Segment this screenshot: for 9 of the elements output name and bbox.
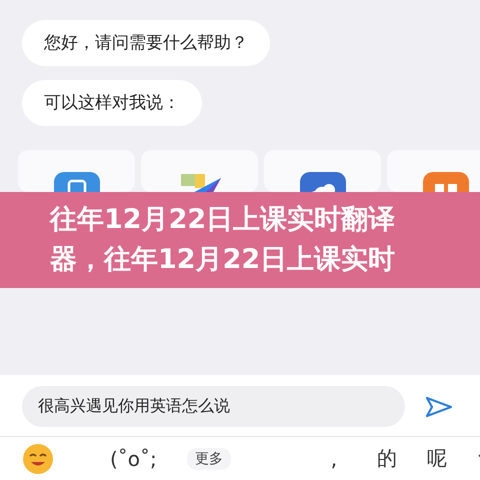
candidate-word[interactable]: , (330, 446, 338, 470)
candidate-word[interactable]: 的 (377, 445, 398, 472)
chat-bubble: 可以这样对我说： (22, 80, 202, 126)
more-chip[interactable]: 更多 (186, 448, 231, 470)
input-field[interactable]: 很高兴遇见你用英语怎么说 (22, 386, 405, 427)
banner-title: 往年12月22日上课实时翻译器，往年12月22日上课实时 (50, 203, 396, 277)
candidate-word[interactable]: 呢 (427, 445, 448, 472)
chat-bubble: 您好，请问需要什么帮助？ (22, 20, 270, 66)
candidate-word[interactable]: (˚o˚; (110, 446, 157, 470)
